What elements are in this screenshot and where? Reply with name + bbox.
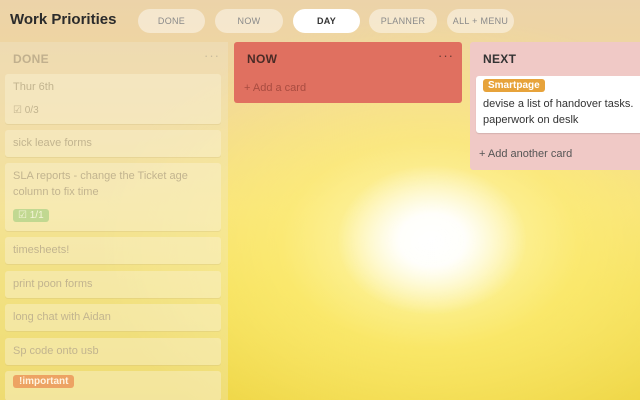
list-header: DONE ··· (0, 42, 228, 74)
tab-now[interactable]: NOW (215, 9, 283, 33)
list-card[interactable]: print poon forms (5, 271, 221, 298)
list-header: NEXT (470, 42, 640, 74)
add-another-card-button[interactable]: + Add another card (479, 148, 572, 160)
tab-done[interactable]: DONE (138, 9, 205, 33)
card-title: print poon forms (13, 278, 93, 290)
card-title: SLA reports - change the Ticket age colu… (13, 170, 188, 198)
card-title: timesheets! (13, 244, 70, 256)
important-label: !important (13, 375, 75, 388)
card-title: Thur 6th (13, 81, 54, 93)
card-title: long chat with Aidan (13, 311, 111, 323)
card-title: Sp code onto usb (13, 345, 99, 357)
list-header: NOW ··· (234, 42, 462, 74)
list-card[interactable]: Sp code onto usb (5, 338, 221, 365)
list-next: NEXT Smartpage devise a list of handover… (470, 42, 640, 170)
list-now: NOW ··· + Add a card (234, 42, 462, 103)
list-card[interactable]: long chat with Aidan (5, 304, 221, 331)
list-card[interactable]: timesheets! (5, 237, 221, 264)
list-menu-icon[interactable]: ··· (438, 48, 454, 63)
list-card[interactable]: !important (5, 371, 221, 400)
card-line: paperwork on deslk (483, 114, 579, 126)
tab-all-menu[interactable]: ALL + MENU (447, 9, 514, 33)
card-line: devise a list of handover tasks. (483, 98, 634, 110)
list-title: NEXT (483, 52, 517, 66)
tab-planner[interactable]: PLANNER (369, 9, 437, 33)
list-card[interactable]: SLA reports - change the Ticket age colu… (5, 163, 221, 231)
board-title: Work Priorities (10, 11, 117, 28)
list-done: DONE ··· Thur 6th ☑ 0/3 sick leave forms… (0, 42, 228, 400)
tab-day[interactable]: DAY (293, 9, 360, 33)
list-card[interactable]: sick leave forms (5, 130, 221, 157)
top-bar: Work Priorities DONE NOW DAY PLANNER ALL… (0, 0, 640, 42)
list-card[interactable]: Thur 6th ☑ 0/3 (5, 74, 221, 124)
list-menu-icon[interactable]: ··· (204, 48, 220, 63)
list-title: NOW (247, 52, 278, 66)
list-title: DONE (13, 52, 49, 66)
card-text: devise a list of handover tasks. paperwo… (483, 96, 640, 128)
add-card-button[interactable]: + Add a card (244, 82, 306, 94)
checklist-badge: ☑ 0/3 (13, 105, 39, 116)
smartpage-label: Smartpage (483, 79, 545, 92)
card-title: sick leave forms (13, 137, 92, 149)
checklist-badge: ☑ 1/1 (13, 209, 49, 222)
list-card[interactable]: Smartpage devise a list of handover task… (476, 76, 640, 133)
